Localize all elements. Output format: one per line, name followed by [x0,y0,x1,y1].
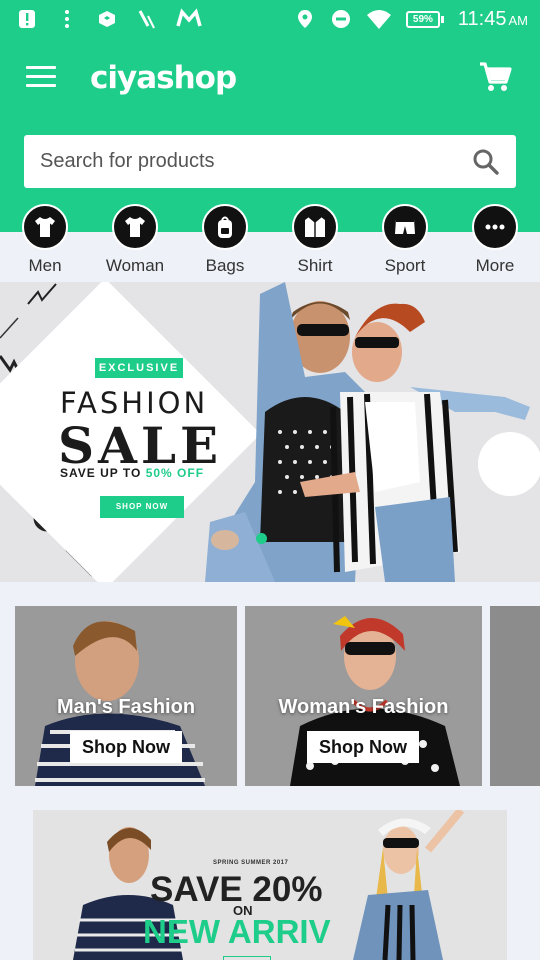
category-row: Men Woman Bags Shirt Sport More [0,204,540,280]
promo-title: Woman's Fashion [278,696,449,718]
hero-discount: SAVE UP TO 50% OFF [60,466,204,480]
category-label: Sport [384,256,426,275]
hero-banner[interactable]: EXCLUSIVE FASHION SALE SAVE UP TO 50% OF… [0,282,540,582]
category-sport[interactable]: Sport [360,204,450,276]
alert-icon [19,10,35,28]
category-shirt[interactable]: Shirt [270,204,360,276]
more-dots-icon [472,204,518,250]
tshirt-icon [112,204,158,250]
carousel-indicator-active[interactable] [256,533,267,544]
clock: 11:45 AM [458,8,528,31]
new-arrivals-banner[interactable]: SPRING SUMMER 2017 SAVE 20% ON NEW ARRIV [33,810,507,960]
banner2-button[interactable] [223,956,271,960]
more-vertical-icon [65,10,69,28]
search-bar[interactable] [24,135,516,188]
tools-icon [138,10,155,29]
app-logo: ciyashop [90,60,237,96]
backpack-icon [202,204,248,250]
hero-line1: FASHION [60,386,209,420]
search-icon[interactable] [472,148,500,176]
app-notification-icon [99,11,115,27]
shorts-icon [382,204,428,250]
clock-time: 11:45 [457,7,507,30]
hero-discount-highlight: 50% OFF [145,466,205,480]
tshirt-icon [22,204,68,250]
hamburger-icon-bar [26,75,56,78]
battery-level: 59% [405,10,440,28]
clock-ampm: AM [508,12,529,28]
location-icon [297,10,312,28]
hero-shop-now-button[interactable]: SHOP NOW [100,496,184,518]
cart-icon[interactable] [478,60,512,94]
menu-button[interactable] [26,66,58,90]
promo-card-women[interactable]: Woman's Fashion Shop Now [245,606,482,786]
category-men[interactable]: Men [0,204,90,276]
category-woman[interactable]: Woman [90,204,180,276]
shop-now-button[interactable]: Shop Now [307,731,419,763]
banner2-new-arrivals: NEW ARRIV [143,913,331,950]
hamburger-icon-bar [26,84,56,87]
battery-indicator: 59% [405,10,444,28]
exclusive-badge: EXCLUSIVE [95,358,183,378]
promo-card-men[interactable]: Man's Fashion Shop Now [15,606,237,786]
shirt-icon [292,204,338,250]
do-not-disturb-icon [331,10,350,28]
gmail-icon [176,8,202,27]
shop-now-button[interactable]: Shop Now [70,731,182,763]
wifi-icon [366,10,391,29]
category-label: Bags [205,256,245,275]
banner2-season: SPRING SUMMER 2017 [213,860,289,866]
notification-icons [16,8,202,30]
hero-circle-decoration [478,432,540,496]
battery-tip [440,15,444,23]
system-icons: 59% 11:45 AM [294,6,528,32]
promo-card-next[interactable] [490,606,540,786]
app-screen: 59% 11:45AM ciyashop Men [0,0,540,960]
promo-carousel: Man's Fashion Shop Now Woman's Fashion S… [15,606,540,786]
search-input[interactable] [40,150,472,173]
category-label: Woman [105,256,165,275]
category-bags[interactable]: Bags [180,204,270,276]
category-more[interactable]: More [450,204,540,276]
hamburger-icon-bar [26,66,56,69]
category-label: Men [28,256,62,275]
category-label: More [475,256,515,275]
promo-title: Man's Fashion [56,696,196,718]
category-label: Shirt [297,256,333,275]
status-bar: 59% 11:45 AM [0,0,540,38]
hero-discount-prefix: SAVE UP TO [60,466,146,480]
